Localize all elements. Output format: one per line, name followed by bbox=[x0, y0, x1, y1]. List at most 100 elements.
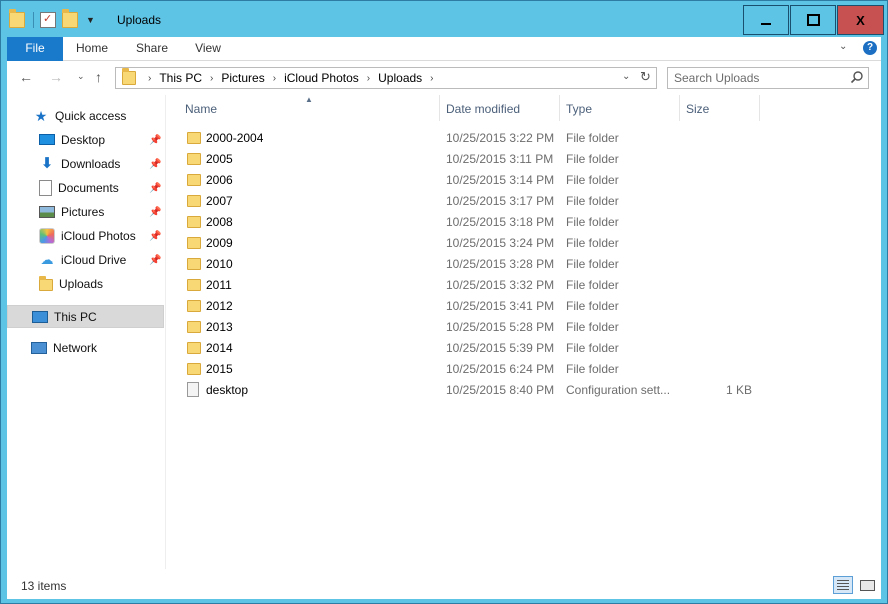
toolbar-divider bbox=[33, 12, 34, 28]
nav-item-network[interactable]: Network bbox=[31, 337, 97, 359]
tab-home[interactable]: Home bbox=[69, 37, 115, 61]
nav-quick-access-label: Quick access bbox=[55, 109, 127, 123]
table-row[interactable]: 2008 10/25/2015 3:18 PM File folder bbox=[179, 212, 779, 233]
search-input[interactable] bbox=[674, 69, 844, 87]
column-header-type[interactable]: Type bbox=[560, 95, 680, 121]
navigation-pane[interactable]: ★ Quick access Desktop 📌 ⬇ Downloads 📌 D… bbox=[7, 95, 165, 569]
nav-item-label: iCloud Photos bbox=[61, 229, 136, 243]
nav-item-desktop[interactable]: Desktop bbox=[39, 129, 105, 151]
file-name: 2011 bbox=[206, 278, 232, 292]
column-header-date-modified[interactable]: Date modified bbox=[440, 95, 560, 121]
breadcrumb-separator-icon[interactable]: › bbox=[273, 71, 276, 86]
nav-item-icloud-photos[interactable]: iCloud Photos bbox=[39, 225, 136, 247]
up-arrow-icon[interactable]: ↑ bbox=[95, 69, 102, 85]
folder-icon bbox=[187, 258, 201, 270]
column-header-size[interactable]: Size bbox=[680, 95, 760, 121]
quick-access-toolbar: ▼ bbox=[9, 9, 95, 31]
tab-view[interactable]: View bbox=[187, 37, 229, 61]
breadcrumb-separator-icon[interactable]: › bbox=[148, 71, 151, 86]
recent-locations-chevron-icon[interactable]: ⌄ bbox=[77, 71, 85, 82]
icloud-drive-icon: ☁ bbox=[40, 252, 54, 267]
expand-ribbon-chevron-icon[interactable]: ⌄ bbox=[839, 41, 847, 52]
file-date: 10/25/2015 3:17 PM bbox=[446, 194, 555, 208]
breadcrumb-this-pc[interactable]: This PC bbox=[159, 71, 202, 86]
nav-item-label: Network bbox=[53, 341, 98, 355]
pin-icon[interactable]: 📌 bbox=[149, 231, 161, 242]
table-row[interactable]: 2009 10/25/2015 3:24 PM File folder bbox=[179, 233, 779, 254]
forward-arrow-icon[interactable]: → bbox=[49, 69, 63, 85]
pane-divider[interactable] bbox=[165, 95, 166, 569]
search-box[interactable] bbox=[667, 67, 869, 89]
address-bar[interactable]: › This PC › Pictures › iCloud Photos › U… bbox=[115, 67, 657, 89]
file-type: File folder bbox=[566, 194, 619, 208]
table-row[interactable]: 2010 10/25/2015 3:28 PM File folder bbox=[179, 254, 779, 275]
breadcrumb-separator-icon[interactable]: › bbox=[210, 71, 213, 86]
file-name: desktop bbox=[206, 383, 249, 397]
item-count: 13 items bbox=[21, 579, 67, 593]
table-row[interactable]: 2015 10/25/2015 6:24 PM File folder bbox=[179, 359, 779, 380]
nav-item-documents[interactable]: Documents bbox=[39, 177, 119, 199]
nav-item-this-pc[interactable]: This PC bbox=[7, 305, 164, 328]
table-row[interactable]: 2006 10/25/2015 3:14 PM File folder bbox=[179, 170, 779, 191]
nav-item-label: iCloud Drive bbox=[61, 253, 127, 267]
file-date: 10/25/2015 3:18 PM bbox=[446, 215, 555, 229]
details-view-icon[interactable] bbox=[833, 576, 853, 594]
pin-icon[interactable]: 📌 bbox=[149, 183, 161, 194]
refresh-icon[interactable]: ↻ bbox=[640, 69, 651, 85]
table-row[interactable]: 2000-2004 10/25/2015 3:22 PM File folder bbox=[179, 128, 779, 149]
search-icon[interactable] bbox=[850, 70, 864, 84]
pin-icon[interactable]: 📌 bbox=[149, 255, 161, 266]
minimize-button[interactable] bbox=[743, 5, 789, 35]
breadcrumb-icloud-photos[interactable]: iCloud Photos bbox=[284, 71, 359, 86]
help-icon[interactable]: ? bbox=[863, 41, 877, 55]
table-row[interactable]: 2014 10/25/2015 5:39 PM File folder bbox=[179, 338, 779, 359]
nav-item-label: Downloads bbox=[61, 157, 121, 171]
tab-file[interactable]: File bbox=[7, 37, 63, 61]
folder-icon bbox=[187, 174, 201, 186]
title-bar[interactable]: ▼ Uploads X bbox=[1, 1, 887, 37]
new-folder-icon[interactable] bbox=[62, 9, 78, 28]
table-row[interactable]: 2005 10/25/2015 3:11 PM File folder bbox=[179, 149, 779, 170]
file-date: 10/25/2015 6:24 PM bbox=[446, 362, 555, 376]
breadcrumb-separator-icon[interactable]: › bbox=[430, 71, 433, 86]
folder-icon bbox=[187, 321, 201, 333]
address-history-chevron-icon[interactable]: ⌄ bbox=[622, 71, 630, 82]
properties-icon[interactable] bbox=[40, 12, 56, 28]
file-type: File folder bbox=[566, 299, 619, 313]
nav-item-uploads[interactable]: Uploads bbox=[39, 273, 103, 295]
file-name: 2000-2004 bbox=[206, 131, 264, 145]
breadcrumb-uploads[interactable]: Uploads bbox=[378, 71, 422, 86]
window-title: Uploads bbox=[117, 13, 162, 27]
folder-icon bbox=[9, 9, 25, 28]
folder-icon bbox=[39, 276, 53, 291]
close-button[interactable]: X bbox=[837, 5, 884, 35]
nav-quick-access[interactable]: ★ Quick access bbox=[33, 105, 127, 127]
file-type: Configuration sett... bbox=[566, 383, 671, 397]
pin-icon[interactable]: 📌 bbox=[149, 159, 161, 170]
file-size: 1 KB bbox=[725, 383, 752, 397]
breadcrumb-separator-icon[interactable]: › bbox=[367, 71, 370, 86]
documents-icon bbox=[39, 180, 52, 196]
file-name: 2015 bbox=[206, 362, 233, 376]
breadcrumb-pictures[interactable]: Pictures bbox=[221, 71, 264, 86]
back-arrow-icon[interactable]: ← bbox=[19, 69, 33, 85]
file-name: 2013 bbox=[206, 320, 233, 334]
maximize-button[interactable] bbox=[790, 5, 836, 35]
large-icons-view-icon[interactable] bbox=[857, 576, 877, 594]
table-row[interactable]: desktop 10/25/2015 8:40 PM Configuration… bbox=[179, 380, 779, 401]
table-row[interactable]: 2007 10/25/2015 3:17 PM File folder bbox=[179, 191, 779, 212]
nav-item-downloads[interactable]: ⬇ Downloads bbox=[39, 153, 121, 175]
icloud-photos-icon bbox=[39, 228, 55, 244]
folder-icon bbox=[187, 216, 201, 228]
table-row[interactable]: 2013 10/25/2015 5:28 PM File folder bbox=[179, 317, 779, 338]
customize-toolbar-chevron-icon[interactable]: ▼ bbox=[86, 15, 95, 25]
file-type: File folder bbox=[566, 341, 619, 355]
nav-item-icloud-drive[interactable]: ☁ iCloud Drive bbox=[39, 249, 127, 271]
nav-item-pictures[interactable]: Pictures bbox=[39, 201, 104, 223]
tab-share[interactable]: Share bbox=[131, 37, 173, 61]
pin-icon[interactable]: 📌 bbox=[149, 207, 161, 218]
table-row[interactable]: 2011 10/25/2015 3:32 PM File folder bbox=[179, 275, 779, 296]
table-row[interactable]: 2012 10/25/2015 3:41 PM File folder bbox=[179, 296, 779, 317]
pin-icon[interactable]: 📌 bbox=[149, 135, 161, 146]
column-header-name[interactable]: Name bbox=[179, 95, 440, 121]
